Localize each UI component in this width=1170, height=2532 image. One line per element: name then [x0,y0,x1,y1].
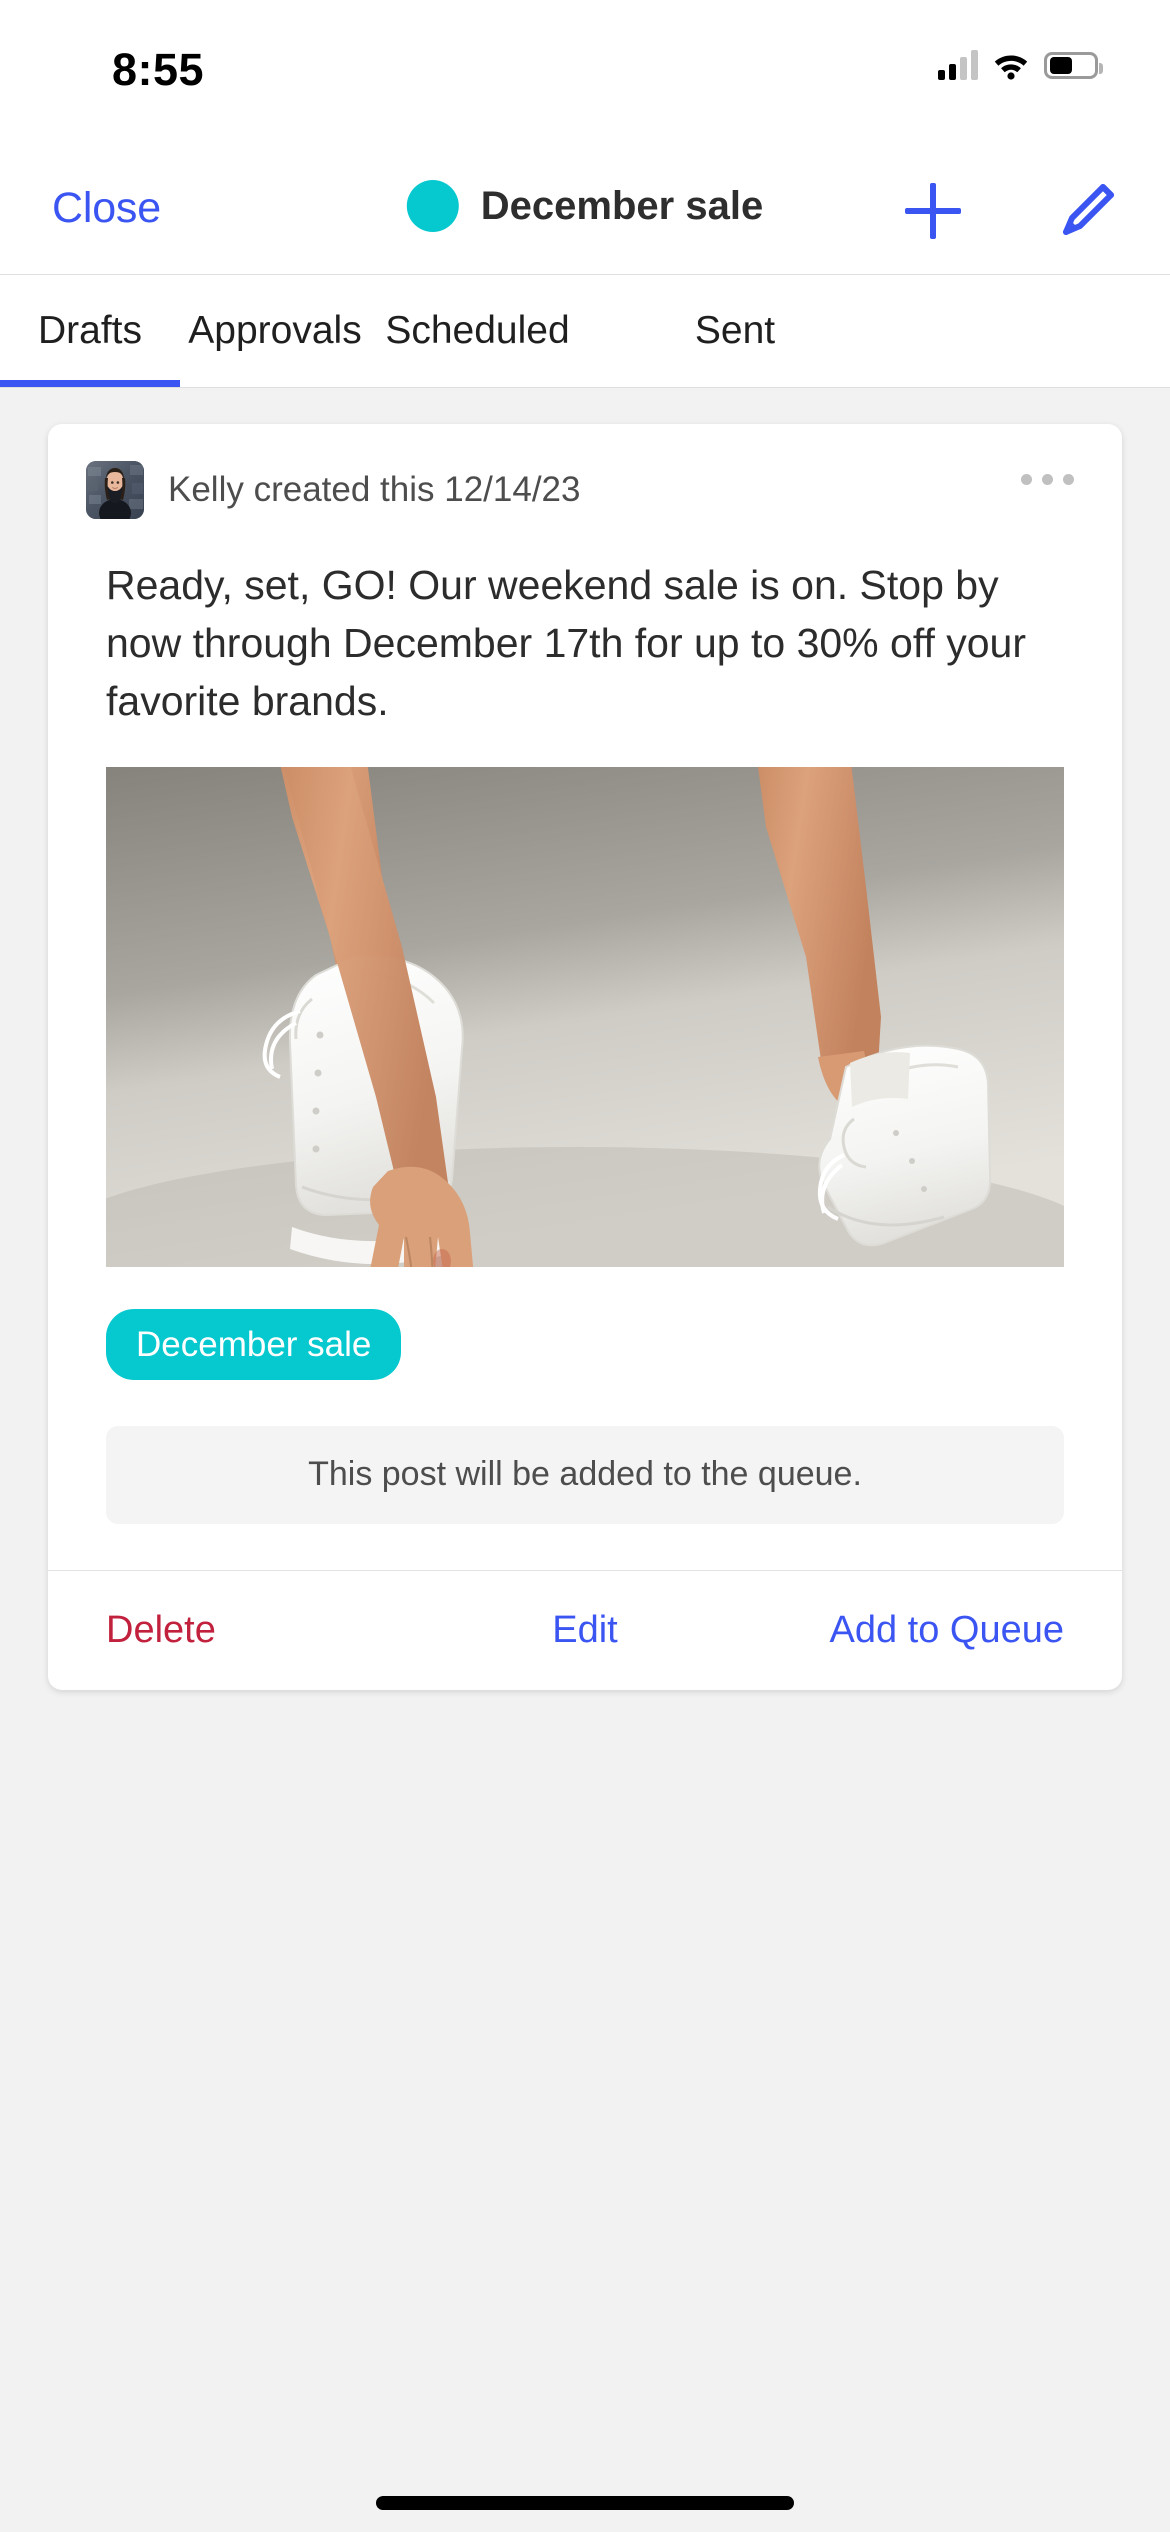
tab-sent[interactable]: Sent [635,275,835,387]
post-byline: Kelly created this 12/14/23 [168,470,581,509]
navbar-title-group: December sale [406,180,764,232]
wifi-icon [992,50,1030,80]
edit-button[interactable]: Edit [552,1609,617,1652]
post-card-actions: Delete Edit Add to Queue [48,1569,1122,1690]
post-media-image [106,766,1064,1267]
tab-drafts[interactable]: Drafts [0,275,180,387]
battery-icon [1044,51,1103,79]
more-options-icon[interactable] [1021,474,1074,485]
delete-button[interactable]: Delete [106,1609,216,1652]
status-bar: 8:55 [0,0,1170,150]
post-body-text: Ready, set, GO! Our weekend sale is on. … [106,562,1027,725]
avatar [86,461,144,519]
tab-scheduled[interactable]: Scheduled [370,275,585,387]
pencil-icon[interactable] [1058,180,1118,240]
queue-notice: This post will be added to the queue. [106,1425,1064,1524]
close-button[interactable]: Close [52,184,161,233]
campaign-tag[interactable]: December sale [106,1308,402,1380]
plus-icon[interactable] [905,183,961,239]
tab-bar: Drafts Approvals Scheduled Sent [0,275,1170,388]
status-bar-time: 8:55 [112,44,205,95]
post-tag-row: December sale [48,1267,1122,1380]
status-bar-indicators [938,45,1103,85]
draft-post-card: Kelly created this 12/14/23 Ready, set, … [48,424,1122,1690]
home-indicator-bar[interactable] [376,2496,794,2510]
campaign-color-dot [406,180,459,232]
tab-approvals[interactable]: Approvals [180,275,370,387]
cellular-signal-icon [938,50,978,80]
navigation-bar: Close December sale [0,150,1170,275]
post-card-header: Kelly created this 12/14/23 [48,424,1122,522]
add-to-queue-button[interactable]: Add to Queue [829,1609,1064,1652]
page-title: December sale [480,183,764,228]
phone-screen: 8:55 Close December sale Drafts Approval… [0,0,1170,2532]
